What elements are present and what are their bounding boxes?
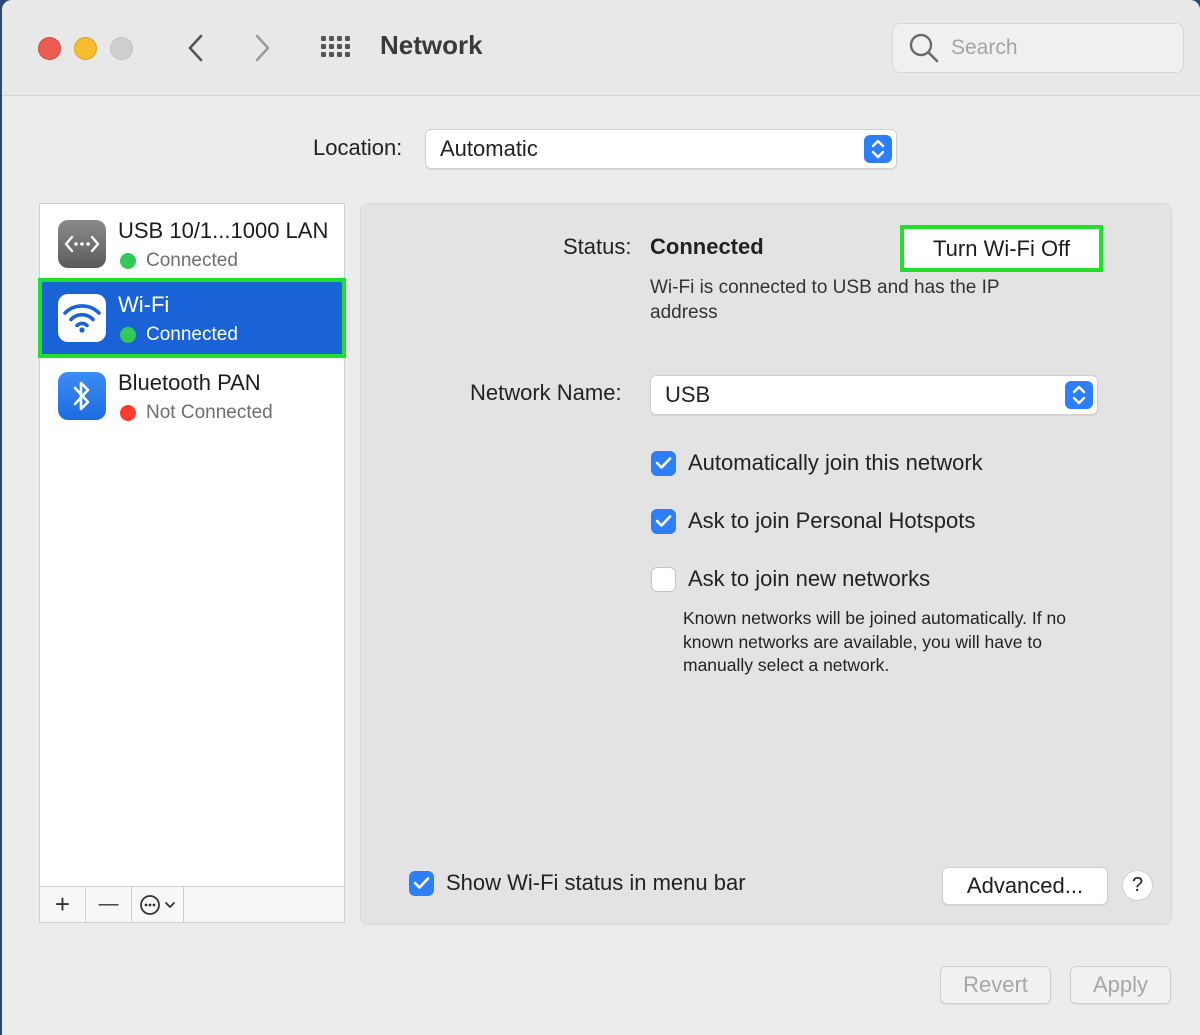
auto-join-checkbox[interactable] xyxy=(651,450,676,476)
revert-button[interactable]: Revert xyxy=(940,966,1051,1004)
status-description: Wi-Fi is connected to USB and has the IP… xyxy=(650,277,1000,323)
personal-hotspots-label: Ask to join Personal Hotspots xyxy=(688,508,976,533)
network-preferences-window: Network Location: Automatic xyxy=(2,0,1200,1035)
service-status: Connected xyxy=(120,250,238,272)
service-item-usb-lan[interactable]: USB 10/1...1000 LAN Connected xyxy=(40,206,344,282)
forward-button[interactable] xyxy=(244,30,280,66)
zoom-window-button[interactable] xyxy=(110,37,133,60)
service-name: USB 10/1...1000 LAN xyxy=(118,218,329,243)
new-networks-row[interactable]: Ask to join new networks xyxy=(651,566,930,592)
apply-button[interactable]: Apply xyxy=(1070,966,1171,1004)
status-dot-green-icon xyxy=(120,253,136,269)
service-item-bluetooth-pan[interactable]: Bluetooth PAN Not Connected xyxy=(40,358,344,434)
search-input[interactable] xyxy=(951,36,1171,60)
bluetooth-icon xyxy=(58,372,106,420)
new-networks-checkbox[interactable] xyxy=(651,566,676,592)
wifi-icon xyxy=(58,294,106,342)
back-button[interactable] xyxy=(178,30,214,66)
service-status-text: Connected xyxy=(146,250,238,271)
location-select[interactable]: Automatic xyxy=(425,129,897,169)
updown-chevron-icon xyxy=(1065,381,1093,409)
minimize-window-button[interactable] xyxy=(74,37,97,60)
search-field[interactable] xyxy=(892,23,1184,73)
personal-hotspots-checkbox[interactable] xyxy=(651,508,676,534)
updown-chevron-icon xyxy=(864,135,892,163)
window-title: Network xyxy=(380,30,483,60)
ethernet-icon xyxy=(58,220,106,268)
add-service-button[interactable]: + xyxy=(40,887,86,922)
service-item-wifi[interactable]: Wi-Fi Connected xyxy=(38,278,346,358)
show-status-label: Show Wi-Fi status in menu bar xyxy=(446,870,746,895)
service-action-menu-button[interactable] xyxy=(132,887,184,922)
chevron-right-icon xyxy=(255,34,270,62)
service-name: Wi-Fi xyxy=(118,292,170,317)
help-button[interactable]: ? xyxy=(1122,870,1153,901)
auto-join-label: Automatically join this network xyxy=(688,450,983,475)
network-name-label: Network Name: xyxy=(470,380,622,405)
service-name: Bluetooth PAN xyxy=(118,370,261,395)
chevron-down-icon xyxy=(165,901,175,908)
show-status-checkbox[interactable] xyxy=(409,870,434,896)
service-status: Connected xyxy=(120,324,238,346)
auto-join-row[interactable]: Automatically join this network xyxy=(651,450,983,476)
advanced-button[interactable]: Advanced... xyxy=(942,867,1108,905)
checkmark-icon xyxy=(655,457,672,469)
turn-wifi-off-button[interactable]: Turn Wi-Fi Off xyxy=(900,225,1103,272)
remove-service-button[interactable]: — xyxy=(86,887,132,922)
service-status-text: Not Connected xyxy=(146,402,273,423)
status-value: Connected xyxy=(650,234,764,259)
service-list-toolbar: + — xyxy=(40,886,344,922)
known-networks-hint: Known networks will be joined automatica… xyxy=(683,608,1066,675)
checkmark-icon xyxy=(655,515,672,527)
status-label: Status: xyxy=(563,234,632,259)
personal-hotspots-row[interactable]: Ask to join Personal Hotspots xyxy=(651,508,975,534)
title-bar: Network xyxy=(2,0,1200,96)
network-name-select[interactable]: USB xyxy=(650,375,1098,415)
network-name-value: USB xyxy=(665,382,711,407)
new-networks-label: Ask to join new networks xyxy=(688,566,931,591)
ellipsis-circle-icon xyxy=(140,894,160,915)
search-icon xyxy=(907,31,941,65)
service-status-text: Connected xyxy=(146,324,238,345)
status-dot-green-icon xyxy=(120,327,136,343)
service-status: Not Connected xyxy=(120,402,273,424)
show-status-row[interactable]: Show Wi-Fi status in menu bar xyxy=(409,870,746,896)
location-value: Automatic xyxy=(440,136,538,161)
close-window-button[interactable] xyxy=(38,37,61,60)
chevron-left-icon xyxy=(188,34,203,62)
location-label: Location: xyxy=(313,135,403,160)
checkmark-icon xyxy=(413,877,430,889)
service-list: USB 10/1...1000 LAN Connected Wi-Fi Conn… xyxy=(38,203,346,923)
show-all-grid-icon[interactable] xyxy=(318,36,354,62)
status-dot-red-icon xyxy=(120,405,136,421)
